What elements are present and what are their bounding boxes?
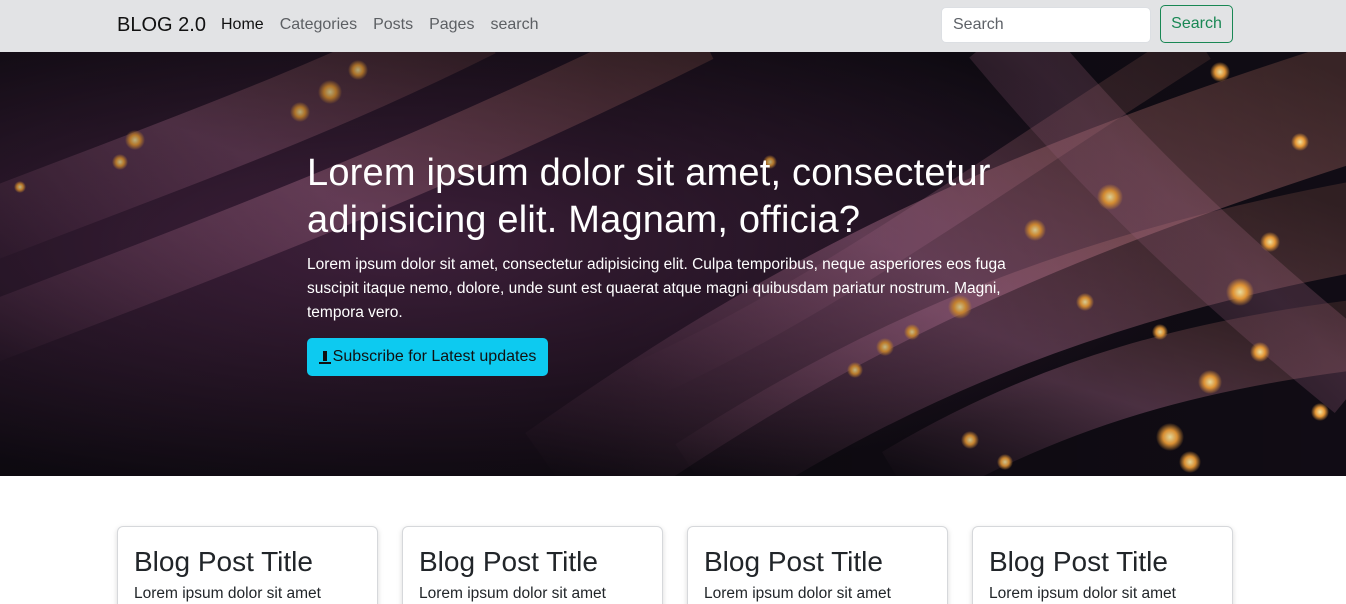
blog-post-card[interactable]: Blog Post Title Lorem ipsum dolor sit am… [117, 526, 378, 604]
navbar: BLOG 2.0 Home Categories Posts Pages sea… [0, 0, 1346, 52]
nav-link-search[interactable]: search [490, 16, 538, 34]
card-title: Blog Post Title [419, 546, 598, 577]
blog-post-card[interactable]: Blog Post Title Lorem ipsum dolor sit am… [402, 526, 663, 604]
brand-link[interactable]: BLOG 2.0 [117, 14, 206, 37]
blog-post-card[interactable]: Blog Post Title Lorem ipsum dolor sit am… [687, 526, 948, 604]
subscribe-button-label: Subscribe for Latest updates [332, 348, 537, 365]
hero-section: Lorem ipsum dolor sit amet, consectetur … [0, 52, 1346, 476]
card-title: Blog Post Title [134, 546, 313, 577]
search-input[interactable] [941, 7, 1151, 43]
card-text: Lorem ipsum dolor sit amet [419, 585, 606, 602]
blog-post-card[interactable]: Blog Post Title Lorem ipsum dolor sit am… [972, 526, 1233, 604]
card-text: Lorem ipsum dolor sit amet [704, 585, 891, 602]
nav-link-categories[interactable]: Categories [280, 16, 357, 34]
download-icon [318, 350, 331, 364]
nav-links: Home Categories Posts Pages search [221, 16, 538, 34]
nav-link-home[interactable]: Home [221, 16, 264, 34]
hero-title: Lorem ipsum dolor sit amet, consectetur … [307, 152, 991, 241]
search-button[interactable]: Search [1160, 5, 1233, 43]
subscribe-button[interactable]: Subscribe for Latest updates [307, 338, 548, 376]
nav-link-pages[interactable]: Pages [429, 16, 474, 34]
hero-content: Lorem ipsum dolor sit amet, consectetur … [307, 150, 1037, 325]
card-text: Lorem ipsum dolor sit amet [134, 585, 321, 602]
card-title: Blog Post Title [989, 546, 1168, 577]
hero-description: Lorem ipsum dolor sit amet, consectetur … [307, 256, 1006, 321]
card-text: Lorem ipsum dolor sit amet [989, 585, 1176, 602]
card-title: Blog Post Title [704, 546, 883, 577]
nav-link-posts[interactable]: Posts [373, 16, 413, 34]
